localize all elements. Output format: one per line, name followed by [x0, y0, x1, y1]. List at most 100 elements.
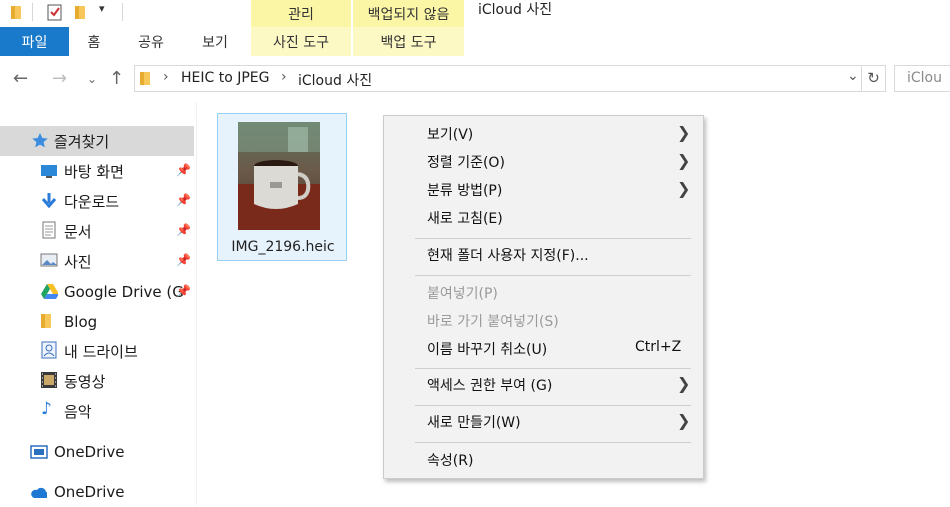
menu-separator [415, 275, 691, 276]
menu-item-give-access[interactable]: 액세스 권한 부여 (G) ❯ [384, 372, 703, 398]
breadcrumb-separator-icon[interactable]: › [163, 69, 169, 85]
tab-share[interactable]: 공유 [128, 27, 174, 56]
menu-item-new[interactable]: 새로 만들기(W) ❯ [384, 409, 703, 435]
tab-home[interactable]: 홈 [74, 27, 114, 56]
nav-item-google-drive[interactable]: Google Drive (G 📌 [0, 277, 194, 307]
nav-item-pictures[interactable]: 사진 📌 [0, 246, 194, 276]
navigation-bar: ← → ⌄ ↑ › HEIC to JPEG › iCloud 사진 ⌄ ↻ i… [0, 56, 950, 102]
nav-item-blog[interactable]: Blog [0, 307, 194, 337]
menu-item-paste[interactable]: 붙여넣기(P) [384, 280, 703, 306]
up-arrow-icon[interactable]: ↑ [109, 68, 124, 89]
file-name[interactable]: IMG_2196.heic [218, 239, 348, 255]
nav-item-videos[interactable]: 동영상 [0, 366, 194, 396]
forward-arrow-icon[interactable]: → [52, 68, 67, 89]
menu-separator [415, 405, 691, 406]
title-bar: ▾ 관리 백업되지 않음 iCloud 사진 [0, 0, 950, 27]
customize-quick-access-icon[interactable]: ▾ [99, 2, 105, 15]
navigation-pane: 즐겨찾기 바탕 화면 📌 다운로드 📌 문서 📌 사진 📌 Google Dri [0, 102, 196, 505]
nav-quick-access[interactable]: 즐겨찾기 [0, 126, 194, 156]
desktop-icon [41, 165, 57, 178]
nav-item-onedrive-1[interactable]: OneDrive [0, 437, 194, 467]
submenu-arrow-icon: ❯ [677, 179, 691, 198]
menu-item-refresh[interactable]: 새로 고침(E) [384, 205, 703, 231]
menu-item-customize-folder[interactable]: 현재 폴더 사용자 지정(F)... [384, 242, 703, 268]
refresh-icon[interactable]: ↻ [861, 65, 886, 92]
address-bar[interactable]: › HEIC to JPEG › iCloud 사진 ⌄ [134, 65, 886, 92]
address-dropdown-chevron-icon[interactable]: ⌄ [847, 68, 859, 84]
nav-quick-access-label: 즐겨찾기 [54, 132, 110, 151]
onedrive-window-icon [30, 445, 48, 459]
star-icon [32, 133, 48, 148]
nav-item-label: 바탕 화면 [64, 162, 124, 181]
context-menu: 보기(V) ❯ 정렬 기준(O) ❯ 분류 방법(P) ❯ 새로 고침(E) 현… [383, 115, 704, 479]
menu-item-label: 붙여넣기(P) [427, 286, 498, 302]
ribbon-tabs: 파일 홈 공유 보기 사진 도구 백업 도구 [0, 27, 950, 56]
pin-icon[interactable]: 📌 [176, 284, 191, 298]
divider [32, 3, 33, 21]
picture-icon [40, 253, 58, 267]
pin-icon[interactable]: 📌 [176, 163, 191, 177]
menu-separator [415, 238, 691, 239]
tab-file[interactable]: 파일 [0, 27, 69, 56]
pin-icon[interactable]: 📌 [176, 223, 191, 237]
properties-check-icon[interactable] [46, 4, 64, 22]
menu-item-sort-by[interactable]: 정렬 기준(O) ❯ [384, 149, 703, 175]
menu-item-label: 현재 폴더 사용자 지정(F)... [427, 248, 589, 264]
nav-item-music[interactable]: ♪ 음악 [0, 396, 194, 426]
nav-item-documents[interactable]: 문서 📌 [0, 216, 194, 246]
nav-item-downloads[interactable]: 다운로드 📌 [0, 186, 194, 216]
menu-item-label: 이름 바꾸기 취소(U) [427, 342, 548, 358]
nav-item-label: 내 드라이브 [64, 342, 138, 361]
tab-view[interactable]: 보기 [192, 27, 238, 56]
music-icon: ♪ [41, 399, 52, 419]
nav-item-label: 사진 [64, 252, 92, 271]
nav-item-label: 음악 [64, 402, 92, 421]
nav-item-label: OneDrive [54, 443, 125, 461]
folder-icon[interactable] [10, 4, 24, 20]
folder-icon [140, 72, 150, 85]
nav-item-onedrive-2[interactable]: OneDrive [0, 477, 194, 507]
pane-divider [196, 102, 197, 505]
image-thumbnail [238, 122, 320, 230]
menu-separator [415, 368, 691, 369]
tab-backup-tools[interactable]: 백업 도구 [353, 27, 464, 56]
folder-icon [41, 314, 51, 328]
menu-item-group-by[interactable]: 분류 방법(P) ❯ [384, 177, 703, 203]
menu-separator [415, 442, 691, 443]
divider [122, 3, 123, 21]
onedrive-cloud-icon [31, 487, 47, 498]
pin-icon[interactable]: 📌 [176, 253, 191, 267]
menu-item-label: 속성(R) [427, 453, 474, 469]
video-icon [41, 372, 57, 388]
download-icon [41, 193, 57, 209]
pin-icon[interactable]: 📌 [176, 193, 191, 207]
submenu-arrow-icon: ❯ [677, 374, 691, 393]
new-folder-icon[interactable] [74, 4, 88, 20]
nav-item-label: OneDrive [54, 483, 125, 501]
menu-item-label: 정렬 기준(O) [427, 155, 505, 171]
menu-item-label: 분류 방법(P) [427, 183, 503, 199]
context-tab-manage: 관리 [251, 0, 351, 27]
menu-item-shortcut: Ctrl+Z [635, 339, 682, 355]
recent-locations-chevron-icon[interactable]: ⌄ [87, 72, 97, 86]
breadcrumb-heic-to-jpeg[interactable]: HEIC to JPEG [181, 70, 270, 86]
breadcrumb-icloud-photos[interactable]: iCloud 사진 [298, 70, 372, 90]
menu-item-paste-shortcut[interactable]: 바로 가기 붙여넣기(S) [384, 308, 703, 334]
tab-photo-tools[interactable]: 사진 도구 [251, 27, 351, 56]
submenu-arrow-icon: ❯ [677, 151, 691, 170]
context-tab-backup: 백업되지 않음 [353, 0, 464, 27]
breadcrumb-separator-icon[interactable]: › [281, 69, 287, 85]
menu-item-properties[interactable]: 속성(R) [384, 447, 703, 473]
menu-item-label: 바로 가기 붙여넣기(S) [427, 314, 559, 330]
nav-item-desktop[interactable]: 바탕 화면 📌 [0, 156, 194, 186]
file-tile[interactable]: IMG_2196.heic [217, 113, 347, 261]
search-input[interactable]: iClou [894, 65, 950, 92]
google-drive-icon [41, 284, 58, 299]
menu-item-view[interactable]: 보기(V) ❯ [384, 121, 703, 147]
menu-item-undo-rename[interactable]: 이름 바꾸기 취소(U) Ctrl+Z [384, 336, 703, 362]
submenu-arrow-icon: ❯ [677, 411, 691, 430]
window-title: iCloud 사진 [478, 2, 553, 18]
nav-item-label: 문서 [64, 222, 92, 241]
nav-item-my-drive[interactable]: 내 드라이브 [0, 336, 194, 366]
back-arrow-icon[interactable]: ← [13, 68, 28, 89]
